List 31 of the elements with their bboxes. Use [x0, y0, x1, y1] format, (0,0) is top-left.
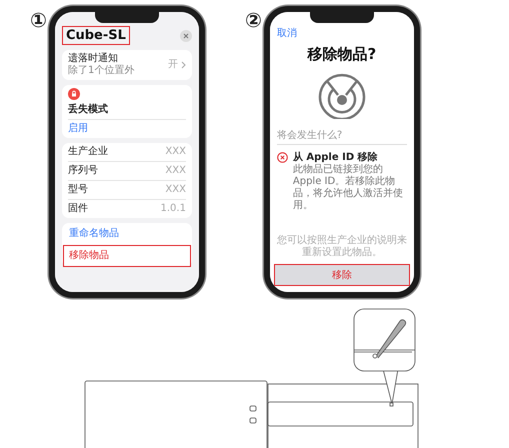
effect-title: 从 Apple ID 移除	[292, 150, 379, 164]
info-label: 生产企业	[68, 146, 108, 158]
remove-circle-icon	[276, 152, 288, 163]
dialog-title: 移除物品?	[308, 45, 376, 64]
action-item[interactable]: 重命名物品	[62, 223, 191, 245]
info-label: 型号	[68, 184, 88, 196]
info-label: 序列号	[68, 165, 98, 177]
setting-value: 开	[168, 59, 178, 71]
item-title: Cube-SL	[62, 26, 130, 45]
phone-notch	[94, 12, 159, 23]
info-value: 1.0.1	[160, 203, 186, 215]
step-number: ②	[244, 10, 262, 30]
action-item[interactable]: 移除物品	[62, 245, 191, 267]
info-value: XXX	[165, 146, 186, 158]
lock-icon	[68, 88, 80, 100]
info-value: XXX	[165, 184, 186, 196]
cancel-link[interactable]: 取消	[276, 26, 407, 40]
info-value: XXX	[165, 165, 186, 177]
enable-link[interactable]: 启用	[68, 123, 88, 135]
lost-mode-label: 丢失模式	[68, 104, 109, 116]
chevron-icon	[180, 61, 186, 69]
footer-note: 您可以按照生产企业的说明来重新设置此物品。	[276, 235, 407, 259]
phone-notch	[310, 12, 374, 23]
info-label: 固件	[68, 203, 88, 215]
step-number: ①	[30, 10, 47, 30]
setting-label: 遗落时通知	[68, 53, 119, 64]
close-icon[interactable]	[180, 30, 192, 42]
remove-button[interactable]: 移除	[274, 264, 410, 286]
effect-description: 此物品已链接到您的Apple ID。若移除此物品，将允许他人激活并使用。	[292, 164, 404, 212]
setting-sublabel: 除了1个位置外	[68, 65, 134, 77]
section-label: 将会发生什么?	[276, 128, 407, 145]
